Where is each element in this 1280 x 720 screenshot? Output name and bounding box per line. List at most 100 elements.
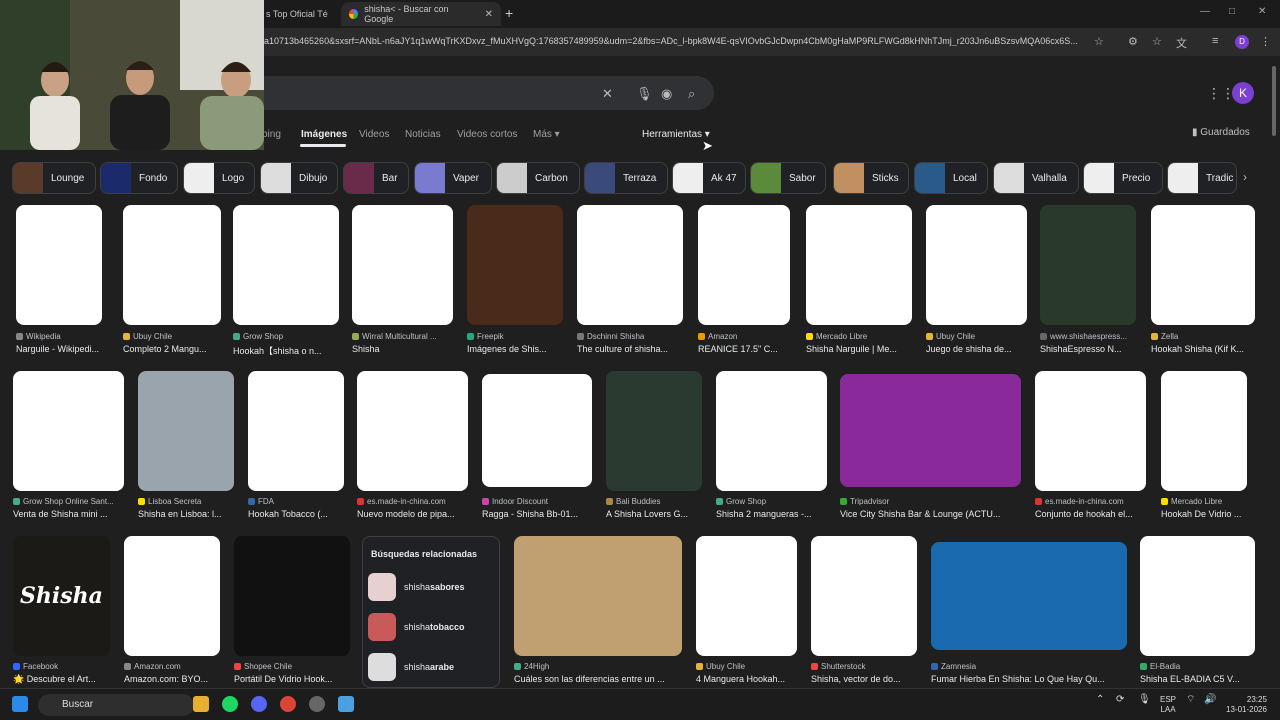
bookmark-star-icon[interactable]: ☆ — [1094, 35, 1104, 48]
result-image[interactable] — [248, 371, 344, 491]
tray-chevron-icon[interactable]: ⌃ — [1096, 695, 1104, 705]
chip-valhalla[interactable]: Valhalla — [993, 162, 1079, 194]
related-search-tobacco[interactable]: shisha tobacco — [368, 611, 496, 643]
tab-videos[interactable]: Videos — [359, 129, 389, 140]
spotify-icon[interactable] — [222, 696, 238, 712]
result-image[interactable] — [840, 374, 1021, 487]
result-image[interactable] — [696, 536, 797, 656]
result-title[interactable]: Shisha — [352, 344, 456, 354]
url-field[interactable]: a10713b465260&sxsrf=ANbL-n6aJY1q1wWqTrKX… — [264, 36, 1084, 46]
wifi-icon[interactable]: ⌔ — [1186, 695, 1195, 705]
chip-fondo[interactable]: Fondo — [100, 162, 178, 194]
result-image[interactable] — [606, 371, 702, 491]
new-tab-button[interactable]: + — [505, 5, 513, 21]
result-title[interactable]: Cuáles son las diferencias entre un ... — [514, 674, 682, 684]
result-title[interactable]: Venta de Shisha mini ... — [13, 509, 128, 519]
clear-search-icon[interactable]: ✕ — [602, 86, 613, 102]
maximize-button[interactable]: □ — [1229, 6, 1235, 17]
result-title[interactable]: A Shisha Lovers G... — [606, 509, 706, 519]
tab-shopping[interactable]: ping — [262, 129, 281, 140]
chip-local[interactable]: Local — [914, 162, 988, 194]
chip-bar[interactable]: Bar — [343, 162, 409, 194]
result-image[interactable] — [514, 536, 682, 656]
result-title[interactable]: Amazon.com: BYO... — [124, 674, 224, 684]
reading-list-icon[interactable]: ≡ — [1212, 35, 1218, 47]
result-image[interactable] — [357, 371, 468, 491]
result-image[interactable] — [698, 205, 790, 325]
saved-button[interactable]: ▮ Guardados — [1192, 127, 1250, 138]
result-image[interactable] — [123, 205, 221, 325]
result-image[interactable]: Shisha — [13, 536, 110, 656]
result-title[interactable]: Shisha, vector de do... — [811, 674, 919, 684]
volume-icon[interactable]: 🔊 — [1204, 695, 1216, 705]
chip-logo[interactable]: Logo — [183, 162, 255, 194]
result-title[interactable]: Imágenes de Shis... — [467, 344, 567, 354]
result-title[interactable]: Shisha 2 mangueras -... — [716, 509, 831, 519]
tab-more[interactable]: Más ▾ — [533, 129, 560, 140]
favorites-icon[interactable]: ☆ — [1152, 35, 1162, 48]
tab-short-videos[interactable]: Videos cortos — [457, 129, 517, 140]
result-image[interactable] — [926, 205, 1027, 325]
result-image[interactable] — [716, 371, 827, 491]
taskbar-search[interactable]: Buscar — [38, 694, 194, 716]
chevron-right-icon[interactable]: › — [1243, 170, 1247, 184]
voice-search-icon[interactable]: 🎙 — [636, 86, 653, 102]
page-scrollbar[interactable] — [1272, 66, 1276, 136]
tray-mic-icon[interactable]: 🎙 — [1138, 695, 1151, 705]
chip-sabor[interactable]: Sabor — [750, 162, 826, 194]
result-image[interactable] — [13, 371, 124, 491]
result-image[interactable] — [1140, 536, 1255, 656]
account-avatar[interactable]: K — [1232, 82, 1254, 104]
chip-precio[interactable]: Precio — [1083, 162, 1163, 194]
menu-dots-icon[interactable]: ⋮ — [1260, 35, 1271, 48]
chip-vaper[interactable]: Vaper — [414, 162, 492, 194]
result-title[interactable]: The culture of shisha... — [577, 344, 687, 354]
result-image[interactable] — [1151, 205, 1255, 325]
result-image[interactable] — [467, 205, 563, 325]
extensions-icon[interactable]: ⚙ — [1128, 35, 1138, 48]
result-image[interactable] — [577, 205, 683, 325]
close-window-button[interactable]: ✕ — [1258, 6, 1266, 17]
result-title[interactable]: Hookah【shisha o n... — [233, 344, 343, 357]
result-title[interactable]: Conjunto de hookah el... — [1035, 509, 1150, 519]
related-search-arabe[interactable]: shisha arabe — [368, 651, 496, 683]
result-title[interactable]: Hookah Tobacco (... — [248, 509, 348, 519]
browser-profile-avatar[interactable]: D — [1235, 35, 1249, 49]
chip-ak47[interactable]: Ak 47 — [672, 162, 746, 194]
lens-search-icon[interactable]: ◉ — [661, 86, 672, 102]
tab-images[interactable]: Imágenes — [301, 129, 347, 140]
result-title[interactable]: Shisha Narguile | Me... — [806, 344, 914, 354]
minimize-button[interactable]: — — [1200, 6, 1210, 17]
search-icon[interactable]: ⌕ — [688, 86, 695, 102]
result-title[interactable]: Hookah Shisha (Kif K... — [1151, 344, 1255, 354]
close-tab-icon[interactable]: ✕ — [485, 9, 493, 20]
result-title[interactable]: REANICE 17.5" C... — [698, 344, 798, 354]
result-title[interactable]: 🌟 Descubre el Art... — [13, 674, 113, 685]
result-title[interactable]: Nuevo modelo de pipa... — [357, 509, 472, 519]
result-image[interactable] — [352, 205, 453, 325]
result-title[interactable]: ShishaEspresso N... — [1040, 344, 1140, 354]
result-title[interactable]: Vice City Shisha Bar & Lounge (ACTU... — [840, 509, 1021, 519]
result-image[interactable] — [234, 536, 350, 656]
chip-sticks[interactable]: Sticks — [833, 162, 909, 194]
result-title[interactable]: Shisha en Lisboa: l... — [138, 509, 238, 519]
discord-icon[interactable] — [251, 696, 267, 712]
result-image[interactable] — [1161, 371, 1247, 491]
tray-sync-icon[interactable]: ⟳ — [1116, 695, 1124, 705]
result-title[interactable]: Shisha EL-BADIA C5 V... — [1140, 674, 1255, 684]
clock[interactable]: 23:25 13-01-2026 — [1226, 695, 1267, 715]
translate-icon[interactable]: 文 — [1176, 35, 1187, 51]
result-title[interactable]: Narguile - Wikipedi... — [16, 344, 116, 354]
chrome-icon[interactable] — [280, 696, 296, 712]
result-image[interactable] — [233, 205, 339, 325]
chip-lounge[interactable]: Lounge — [12, 162, 96, 194]
result-image[interactable] — [931, 542, 1127, 650]
tools-button[interactable]: Herramientas ▾ — [642, 129, 710, 140]
result-image[interactable] — [124, 536, 220, 656]
result-image[interactable] — [1035, 371, 1146, 491]
related-search-sabores[interactable]: shisha sabores — [368, 571, 496, 603]
result-image[interactable] — [138, 371, 234, 491]
result-title[interactable]: Fumar Hierba En Shisha: Lo Que Hay Qu... — [931, 674, 1127, 684]
notepad-icon[interactable] — [338, 696, 354, 712]
obs-icon[interactable] — [309, 696, 325, 712]
